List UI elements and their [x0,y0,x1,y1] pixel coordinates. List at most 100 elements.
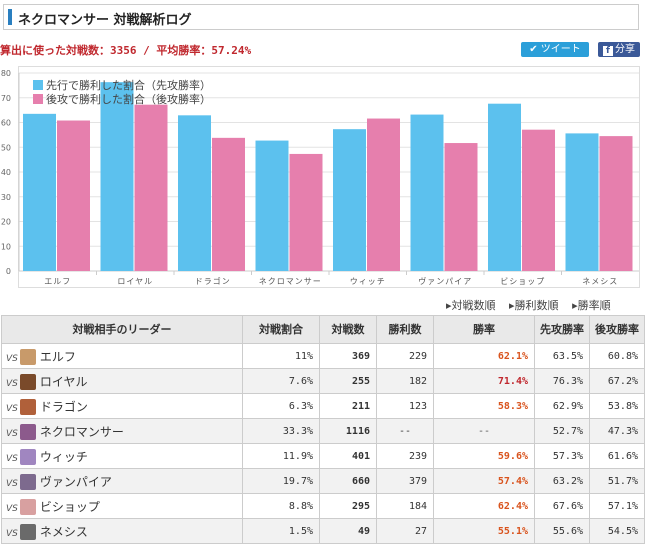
sort-by-rate[interactable]: ▸勝率順 [572,299,611,312]
table-row: VS エルフ 11% 369 229 62.1% 63.5% 60.8% [1,343,645,369]
col-wins[interactable]: 勝利数 [376,315,434,344]
col-count[interactable]: 対戦数 [319,315,377,344]
vs-label: VS [6,528,18,539]
leader-cell: VS ネクロマンサー [1,418,243,444]
col-second[interactable]: 後攻勝率 [589,315,645,344]
bar-first [23,113,56,272]
wins-cell: 229 [376,343,434,369]
sort-by-count[interactable]: ▸対戦数順 [446,299,496,312]
table-row: VS ロイヤル 7.6% 255 182 71.4% 76.3% 67.2% [1,368,645,394]
first-rate-cell: 52.7% [534,418,590,444]
x-tick-label: ウィッチ [350,277,386,286]
bar-first [178,115,211,271]
bar-second [444,143,478,271]
leader-avatar-icon [19,498,36,515]
leader-avatar-icon [19,448,36,465]
share-cell: 8.8% [242,493,320,519]
table-row: VS ネクロマンサー 33.3% 1116 -- -- 52.7% 47.3% [1,418,645,444]
leader-name: ドラゴン [39,399,88,414]
count-cell: 211 [319,393,377,419]
vs-label: VS [6,453,18,464]
bar-first [100,82,134,271]
leader-name: ウィッチ [39,449,88,464]
share-cell: 11% [242,343,320,369]
share-cell: 7.6% [242,368,320,394]
share-cell: 33.3% [242,418,320,444]
count-cell: 660 [319,468,377,494]
leader-avatar-icon [19,373,36,390]
legend-label: 後攻で勝利した割合（後攻勝率） [46,92,211,106]
bar-first [488,103,521,271]
share-cell: 19.7% [242,468,320,494]
y-tick-label: 0 [6,267,11,276]
sort-links: ▸対戦数順 ▸勝利数順 ▸勝率順 [446,297,611,313]
wins-cell: 123 [376,393,434,419]
rate-cell: 58.3% [433,393,535,419]
rate-cell: -- [433,418,535,444]
leader-avatar-icon [19,398,36,415]
leader-cell: VS ドラゴン [1,393,243,419]
bar-first [565,133,599,271]
legend-label: 先行で勝利した割合（先攻勝率） [46,78,211,92]
table-row: VS ネメシス 1.5% 49 27 55.1% 55.6% 54.5% [1,518,645,544]
bar-second [599,136,633,271]
second-rate-cell: 51.7% [589,468,645,494]
rate-cell: 62.1% [433,343,535,369]
y-tick-label: 60 [1,119,11,128]
first-rate-cell: 55.6% [534,518,590,544]
leader-cell: VS エルフ [1,343,243,369]
table-row: VS ビショップ 8.8% 295 184 62.4% 67.6% 57.1% [1,493,645,519]
first-rate-cell: 57.3% [534,443,590,469]
second-rate-cell: 54.5% [589,518,645,544]
leader-cell: VS ロイヤル [1,368,243,394]
y-tick-label: 70 [1,94,11,103]
bar-first [410,114,444,271]
count-cell: 49 [319,518,377,544]
sort-by-wins[interactable]: ▸勝利数順 [509,299,559,312]
leader-cell: VS ヴァンパイア [1,468,243,494]
first-rate-cell: 76.3% [534,368,590,394]
col-rate[interactable]: 勝率 [433,315,535,344]
table-row: VS ヴァンパイア 19.7% 660 379 57.4% 63.2% 51.7% [1,468,645,494]
table-header: 対戦相手のリーダー 対戦割合 対戦数 勝利数 勝率 先攻勝率 後攻勝率 [1,315,645,344]
legend-swatch [33,94,43,104]
first-rate-cell: 62.9% [534,393,590,419]
second-rate-cell: 57.1% [589,493,645,519]
count-cell: 1116 [319,418,377,444]
wins-cell: 27 [376,518,434,544]
second-rate-cell: 60.8% [589,343,645,369]
count-cell: 401 [319,443,377,469]
wins-cell: -- [376,418,434,444]
legend-swatch [33,80,43,90]
col-leader[interactable]: 対戦相手のリーダー [1,315,243,344]
wins-cell: 182 [376,368,434,394]
vs-label: VS [6,503,18,514]
leader-cell: VS ネメシス [1,518,243,544]
leader-avatar-icon [19,348,36,365]
x-tick-label: ネメシス [582,277,618,286]
table-row: VS ウィッチ 11.9% 401 239 59.6% 57.3% 61.6% [1,443,645,469]
second-rate-cell: 61.6% [589,443,645,469]
wins-cell: 379 [376,468,434,494]
bar-first [333,129,366,271]
y-tick-label: 10 [1,242,11,251]
x-tick-label: ドラゴン [195,276,231,286]
y-tick-label: 20 [1,218,11,227]
leader-cell: VS ウィッチ [1,443,243,469]
bar-first [255,140,289,271]
leader-avatar-icon [19,523,36,540]
leader-name: ロイヤル [39,374,88,389]
bar-second [57,120,90,272]
leader-name: エルフ [39,349,76,364]
y-tick-label: 40 [1,168,11,177]
col-share[interactable]: 対戦割合 [242,315,320,344]
y-tick-label: 80 [1,69,11,78]
y-tick-label: 50 [1,143,11,152]
leader-avatar-icon [19,473,36,490]
count-cell: 369 [319,343,377,369]
x-tick-label: ネクロマンサー [259,277,322,286]
win-rate-chart: 0 10 20 30 40 50 60 70 80 エルフ ロイヤル ドラゴン ネクロマンサー ウィッチ ヴ… [1,69,639,286]
rate-cell: 57.4% [433,468,535,494]
col-first[interactable]: 先攻勝率 [534,315,590,344]
x-tick-label: ビショップ [500,277,545,286]
